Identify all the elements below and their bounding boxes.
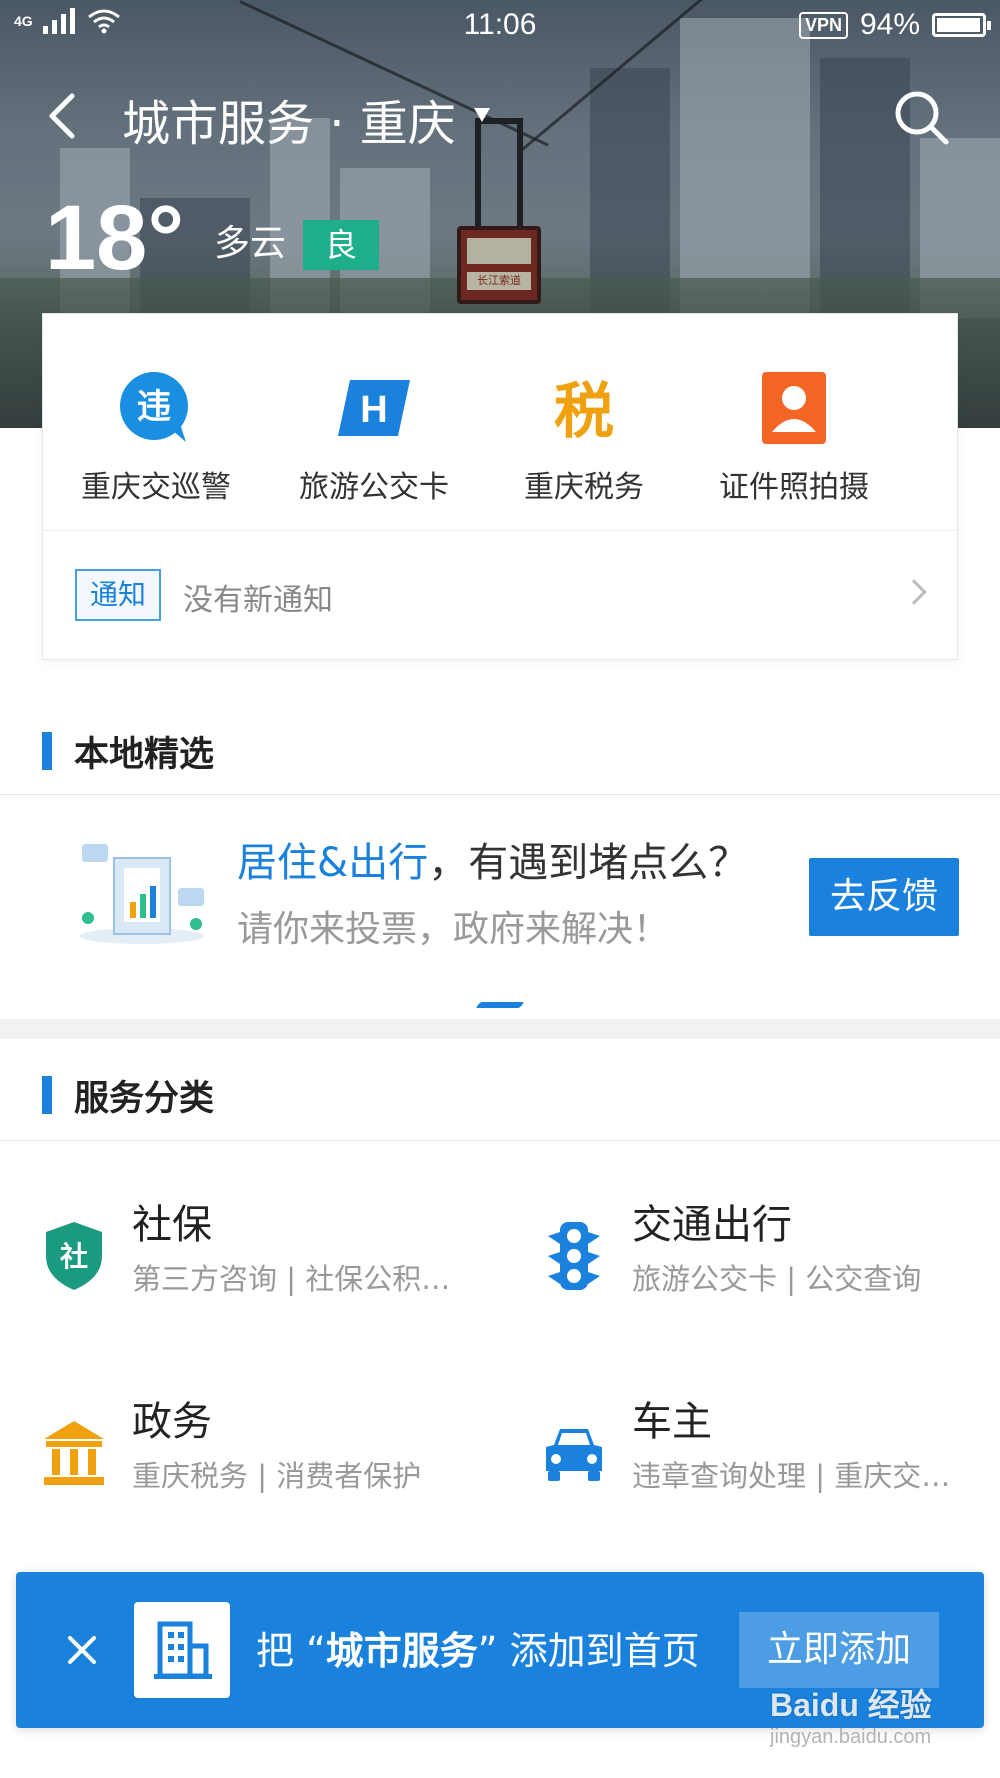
category-subtitle: 旅游公交卡 | 公交查询 <box>632 1262 922 1296</box>
carousel-indicator <box>475 1002 525 1008</box>
category-government[interactable]: 政务 重庆税务 | 消费者保护 <box>42 1381 522 1541</box>
bus-card-glyph: H <box>360 389 387 431</box>
city-illustration-icon <box>80 844 204 944</box>
tax-glyph: 税 <box>554 377 614 446</box>
battery-percent: 94% <box>859 8 920 41</box>
id-photo-icon <box>762 372 826 444</box>
watermark-url: jingyan.baidu.com <box>770 1726 932 1748</box>
add-app-name: 城市服务 <box>325 1629 478 1673</box>
battery-icon <box>932 13 991 37</box>
add-prefix: 把 “ <box>256 1629 326 1673</box>
category-title: 政务 <box>132 1399 212 1445</box>
category-subtitle: 第三方咨询 | 社保公积… <box>132 1262 451 1296</box>
category-title: 车主 <box>632 1399 712 1445</box>
quick-services-card: 违 重庆交巡警 H 旅游公交卡 税 重庆税务 证件照拍摄 通知 没有新通知 <box>42 313 959 661</box>
feedback-button[interactable]: 去反馈 <box>809 858 959 936</box>
section-title: 本地精选 <box>74 735 215 775</box>
watermark-brand: Baidu 经验 <box>770 1687 932 1723</box>
section-local-picks: 本地精选 <box>0 714 1000 784</box>
category-title: 交通出行 <box>632 1202 792 1248</box>
banner-headline-rest: ，有遇到堵点么？ <box>428 840 749 886</box>
notice-tag: 通知 <box>75 569 161 621</box>
building-icon <box>154 1621 212 1679</box>
category-subtitle: 违章查询处理 | 重庆交… <box>632 1459 951 1493</box>
add-to-home-message: 把 “城市服务” 添加到首页 <box>256 1620 700 1675</box>
section-service-categories: 服务分类 <box>0 1058 1000 1128</box>
feedback-banner[interactable]: 居住&出行，有遇到堵点么？ 请你来投票，政府来解决！ 去反馈 <box>0 796 1000 996</box>
status-bar: 4G 11:06 VPN 94% <box>0 0 1000 50</box>
chevron-right-icon <box>901 579 927 605</box>
notice-text: 没有新通知 <box>183 583 333 618</box>
category-transport[interactable]: 交通出行 旅游公交卡 | 公交查询 <box>542 1184 1000 1344</box>
section-title: 服务分类 <box>74 1079 215 1119</box>
city-dropdown-caret-icon[interactable] <box>474 108 490 122</box>
add-suffix: ” 添加到首页 <box>477 1629 700 1673</box>
government-building-icon <box>44 1421 104 1485</box>
app-label: 证件照拍摄 <box>719 470 869 505</box>
car-icon <box>546 1429 602 1481</box>
shield-glyph: 社 <box>60 1240 88 1273</box>
bus-card-icon: H <box>338 380 410 436</box>
search-icon[interactable] <box>892 88 950 146</box>
city-title[interactable]: 城市服务 · 重庆 <box>122 84 456 154</box>
notice-row[interactable]: 通知 没有新通知 <box>43 531 959 661</box>
app-tourist-bus-card[interactable]: H 旅游公交卡 <box>269 314 479 530</box>
category-title: 社保 <box>132 1202 212 1248</box>
app-traffic-police[interactable]: 违 重庆交巡警 <box>43 314 269 530</box>
top-nav: 城市服务 · 重庆 <box>0 72 1000 162</box>
app-label: 重庆税务 <box>524 470 644 505</box>
app-label: 旅游公交卡 <box>299 470 449 505</box>
violation-glyph: 违 <box>137 387 171 427</box>
banner-headline: 居住&出行，有遇到堵点么？ <box>237 830 748 888</box>
violation-icon: 违 <box>120 372 188 442</box>
category-car-owner[interactable]: 车主 违章查询处理 | 重庆交… <box>542 1381 1000 1541</box>
back-arrow-icon[interactable] <box>40 92 88 140</box>
social-security-shield-icon: 社 <box>46 1222 102 1290</box>
app-label: 重庆交巡警 <box>81 470 231 505</box>
vpn-badge: VPN <box>798 11 848 39</box>
traffic-light-icon <box>548 1222 600 1290</box>
category-social-security[interactable]: 社 社保 第三方咨询 | 社保公积… <box>42 1184 522 1344</box>
tax-icon: 税 <box>554 377 614 446</box>
weather-condition: 多云 <box>214 223 287 264</box>
category-subtitle: 重庆税务 | 消费者保护 <box>132 1459 422 1493</box>
city-service-app-icon <box>134 1602 230 1698</box>
banner-headline-highlight: 居住&出行 <box>237 840 429 886</box>
close-icon[interactable] <box>54 1622 110 1678</box>
banner-subline: 请你来投票，政府来解决！ <box>237 909 670 950</box>
temperature: 18° <box>45 187 185 289</box>
app-chongqing-tax[interactable]: 税 重庆税务 <box>479 314 689 530</box>
add-now-button[interactable]: 立即添加 <box>739 1612 939 1688</box>
app-id-photo[interactable]: 证件照拍摄 <box>689 314 899 530</box>
air-quality-badge: 良 <box>303 220 379 270</box>
